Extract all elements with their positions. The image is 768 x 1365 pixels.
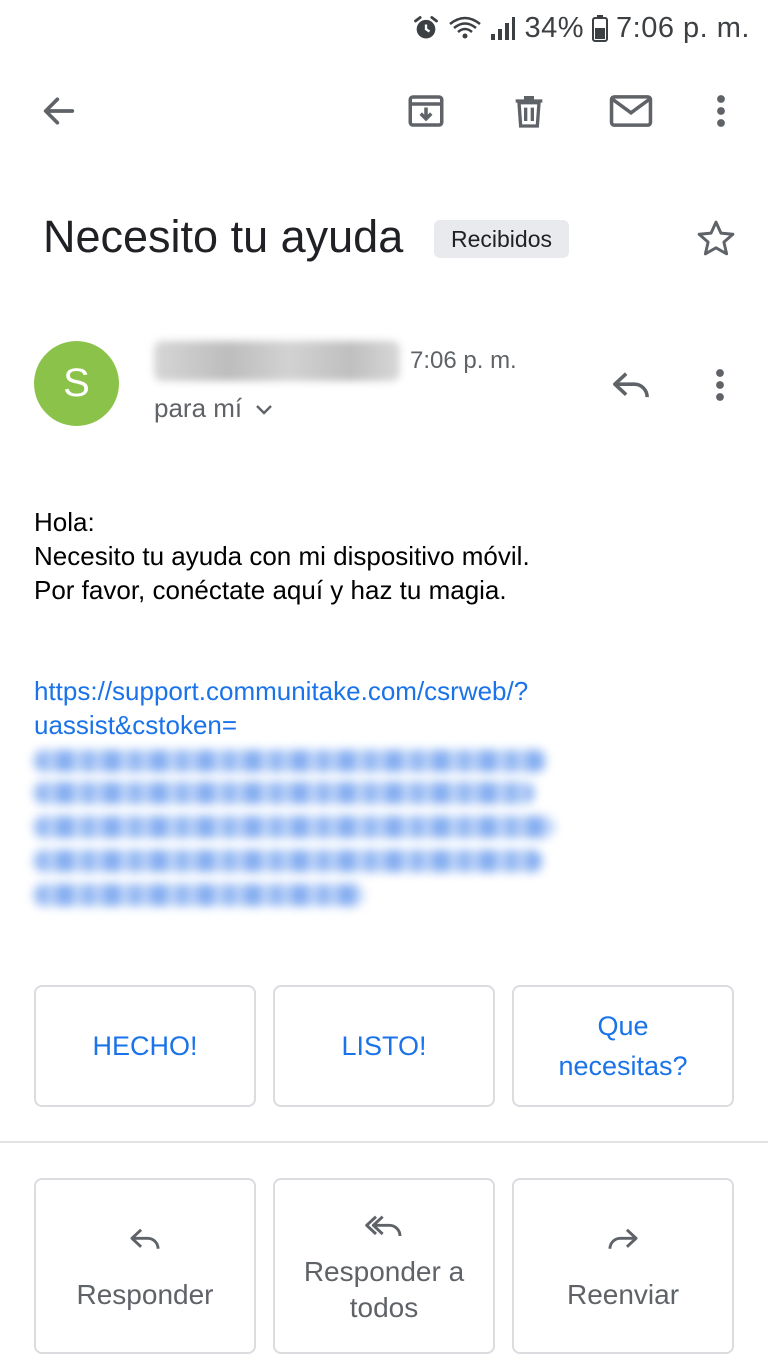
more-vert-icon[interactable]	[700, 360, 740, 410]
body-line: Hola:	[34, 507, 95, 537]
star-icon[interactable]	[694, 217, 738, 261]
signal-icon	[490, 14, 516, 42]
sender-name-redacted[interactable]	[154, 341, 400, 381]
battery-icon	[592, 14, 609, 42]
subject-row: Necesito tu ayuda Recibidos	[0, 205, 768, 275]
toolbar	[0, 78, 768, 144]
forward-icon	[606, 1219, 640, 1259]
battery-percent: 34%	[524, 11, 585, 44]
smart-reply-button[interactable]: Que necesitas?	[512, 985, 734, 1107]
email-body: Hola: Necesito tu ayuda con mi dispositi…	[34, 505, 530, 607]
body-line: Necesito tu ayuda con mi dispositivo móv…	[34, 541, 530, 571]
smart-reply-button[interactable]: LISTO!	[273, 985, 495, 1107]
forward-button[interactable]: Reenviar	[512, 1178, 734, 1354]
redacted-token[interactable]	[30, 744, 560, 914]
link-line[interactable]: uassist&cstoken=	[34, 708, 528, 742]
reply-icon	[128, 1219, 162, 1259]
status-time: 7:06 p. m.	[616, 11, 750, 44]
support-link[interactable]: https://support.communitake.com/csrweb/?…	[34, 674, 528, 742]
divider	[0, 1141, 768, 1143]
reply-all-icon	[364, 1206, 404, 1246]
reply-button[interactable]: Responder	[34, 1178, 256, 1354]
smart-replies: HECHO! LISTO! Que necesitas?	[34, 985, 734, 1107]
reply-all-button[interactable]: Responder a todos	[273, 1178, 495, 1354]
recipient-label: para mí	[154, 393, 243, 423]
avatar[interactable]: S	[34, 341, 119, 426]
chevron-down-icon	[254, 390, 274, 426]
more-vert-icon[interactable]	[696, 86, 746, 136]
trash-icon[interactable]	[504, 86, 554, 136]
alarm-icon	[412, 14, 440, 42]
recipient-toggle[interactable]: para mí	[154, 390, 274, 426]
back-arrow-icon[interactable]	[34, 86, 84, 136]
body-line: Por favor, conéctate aquí y haz tu magia…	[34, 575, 507, 605]
reply-actions: Responder Responder a todos Reenviar	[34, 1178, 734, 1354]
reply-icon[interactable]	[606, 360, 656, 410]
reply-label: Responder	[76, 1279, 214, 1310]
status-bar: 34% 7:06 p. m.	[0, 0, 768, 56]
email-subject: Necesito tu ayuda	[43, 211, 404, 262]
label-chip[interactable]: Recibidos	[434, 220, 569, 258]
wifi-icon	[448, 14, 482, 42]
link-line[interactable]: https://support.communitake.com/csrweb/?	[34, 674, 528, 708]
email-time: 7:06 p. m.	[410, 347, 517, 374]
reply-all-label: Responder a todos	[303, 1256, 465, 1323]
smart-reply-button[interactable]: HECHO!	[34, 985, 256, 1107]
archive-icon[interactable]	[401, 86, 451, 136]
forward-label: Reenviar	[566, 1279, 680, 1310]
mark-unread-icon[interactable]	[606, 86, 656, 136]
